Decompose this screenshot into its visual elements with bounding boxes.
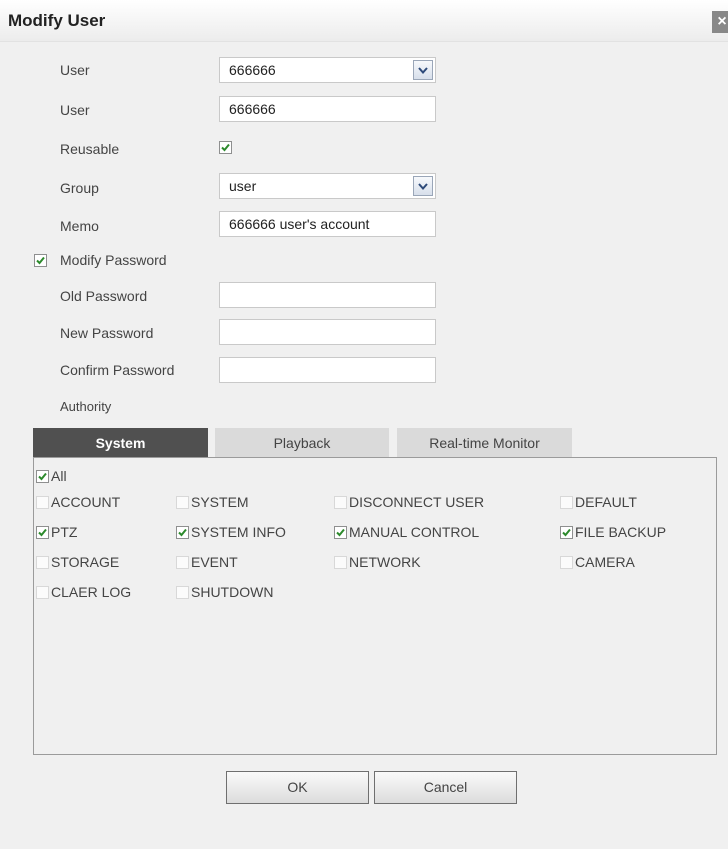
- memo-label: Memo: [60, 218, 99, 234]
- modify-password-checkbox[interactable]: [34, 254, 47, 267]
- user-select[interactable]: 666666: [219, 57, 436, 83]
- group-label: Group: [60, 180, 99, 196]
- cancel-button[interactable]: Cancel: [374, 771, 517, 804]
- user-select-value: 666666: [229, 62, 276, 78]
- ok-button[interactable]: OK: [226, 771, 369, 804]
- permission-shutdown-label: SHUTDOWN: [191, 584, 274, 600]
- group-select-value: user: [229, 178, 257, 194]
- permission-file-backup-label: FILE BACKUP: [575, 524, 667, 540]
- permission-system-label: SYSTEM: [191, 494, 249, 510]
- permission-all-label: All: [51, 468, 67, 484]
- checkmark-icon: [38, 472, 47, 481]
- permission-event-checkbox[interactable]: [176, 556, 189, 569]
- dialog-title-bar: Modify User ×: [0, 0, 728, 42]
- permission-disconnect-user-label: DISCONNECT USER: [349, 494, 485, 510]
- permission-system-info-label: SYSTEM INFO: [191, 524, 286, 540]
- permission-camera-label: CAMERA: [575, 554, 635, 570]
- new-password-field[interactable]: [219, 319, 436, 345]
- chevron-down-icon[interactable]: [413, 60, 433, 80]
- reusable-label: Reusable: [60, 141, 120, 157]
- close-icon[interactable]: ×: [712, 11, 728, 33]
- permission-default-checkbox[interactable]: [560, 496, 573, 509]
- permission-ptz-checkbox[interactable]: [36, 526, 49, 539]
- authority-label: Authority: [60, 399, 112, 414]
- reusable-checkbox[interactable]: [219, 141, 232, 154]
- old-password-field[interactable]: [219, 282, 436, 308]
- permission-file-backup-checkbox[interactable]: [560, 526, 573, 539]
- checkmark-icon: [562, 528, 571, 537]
- permission-storage-checkbox[interactable]: [36, 556, 49, 569]
- permission-ptz-label: PTZ: [51, 524, 78, 540]
- permission-storage-label: STORAGE: [51, 554, 120, 570]
- permission-system-checkbox[interactable]: [176, 496, 189, 509]
- permission-shutdown-checkbox[interactable]: [176, 586, 189, 599]
- permission-account-label: ACCOUNT: [51, 494, 121, 510]
- permission-disconnect-user-checkbox[interactable]: [334, 496, 347, 509]
- tab-real-time-monitor[interactable]: Real-time Monitor: [397, 428, 572, 458]
- permission-manual-control-checkbox[interactable]: [334, 526, 347, 539]
- permission-claer-log-checkbox[interactable]: [36, 586, 49, 599]
- user-name-field[interactable]: 666666: [219, 96, 436, 122]
- confirm-password-label: Confirm Password: [60, 362, 175, 378]
- permission-manual-control-label: MANUAL CONTROL: [349, 524, 480, 540]
- dialog-title: Modify User: [8, 11, 106, 30]
- permission-all-checkbox[interactable]: [36, 470, 49, 483]
- checkmark-icon: [336, 528, 345, 537]
- user-select-label: User: [60, 62, 90, 78]
- checkmark-icon: [36, 256, 45, 265]
- modify-password-label: Modify Password: [60, 252, 167, 268]
- permission-network-label: NETWORK: [349, 554, 421, 570]
- checkmark-icon: [38, 528, 47, 537]
- permission-claer-log-label: CLAER LOG: [51, 584, 132, 600]
- tab-system[interactable]: System: [33, 428, 208, 458]
- permission-default-label: DEFAULT: [575, 494, 637, 510]
- permission-account-checkbox[interactable]: [36, 496, 49, 509]
- group-select[interactable]: user: [219, 173, 436, 199]
- chevron-down-icon[interactable]: [413, 176, 433, 196]
- permission-network-checkbox[interactable]: [334, 556, 347, 569]
- tab-playback[interactable]: Playback: [215, 428, 389, 458]
- permission-system-info-checkbox[interactable]: [176, 526, 189, 539]
- checkmark-icon: [178, 528, 187, 537]
- checkmark-icon: [221, 143, 230, 152]
- user-name-label: User: [60, 102, 90, 118]
- permission-camera-checkbox[interactable]: [560, 556, 573, 569]
- permission-event-label: EVENT: [191, 554, 238, 570]
- memo-field[interactable]: 666666 user's account: [219, 211, 436, 237]
- old-password-label: Old Password: [60, 288, 148, 304]
- permissions-panel: All ACCOUNT SYSTEM DISCONNECT USER DEFAULT P…: [33, 457, 717, 755]
- new-password-label: New Password: [60, 325, 154, 341]
- confirm-password-field[interactable]: [219, 357, 436, 383]
